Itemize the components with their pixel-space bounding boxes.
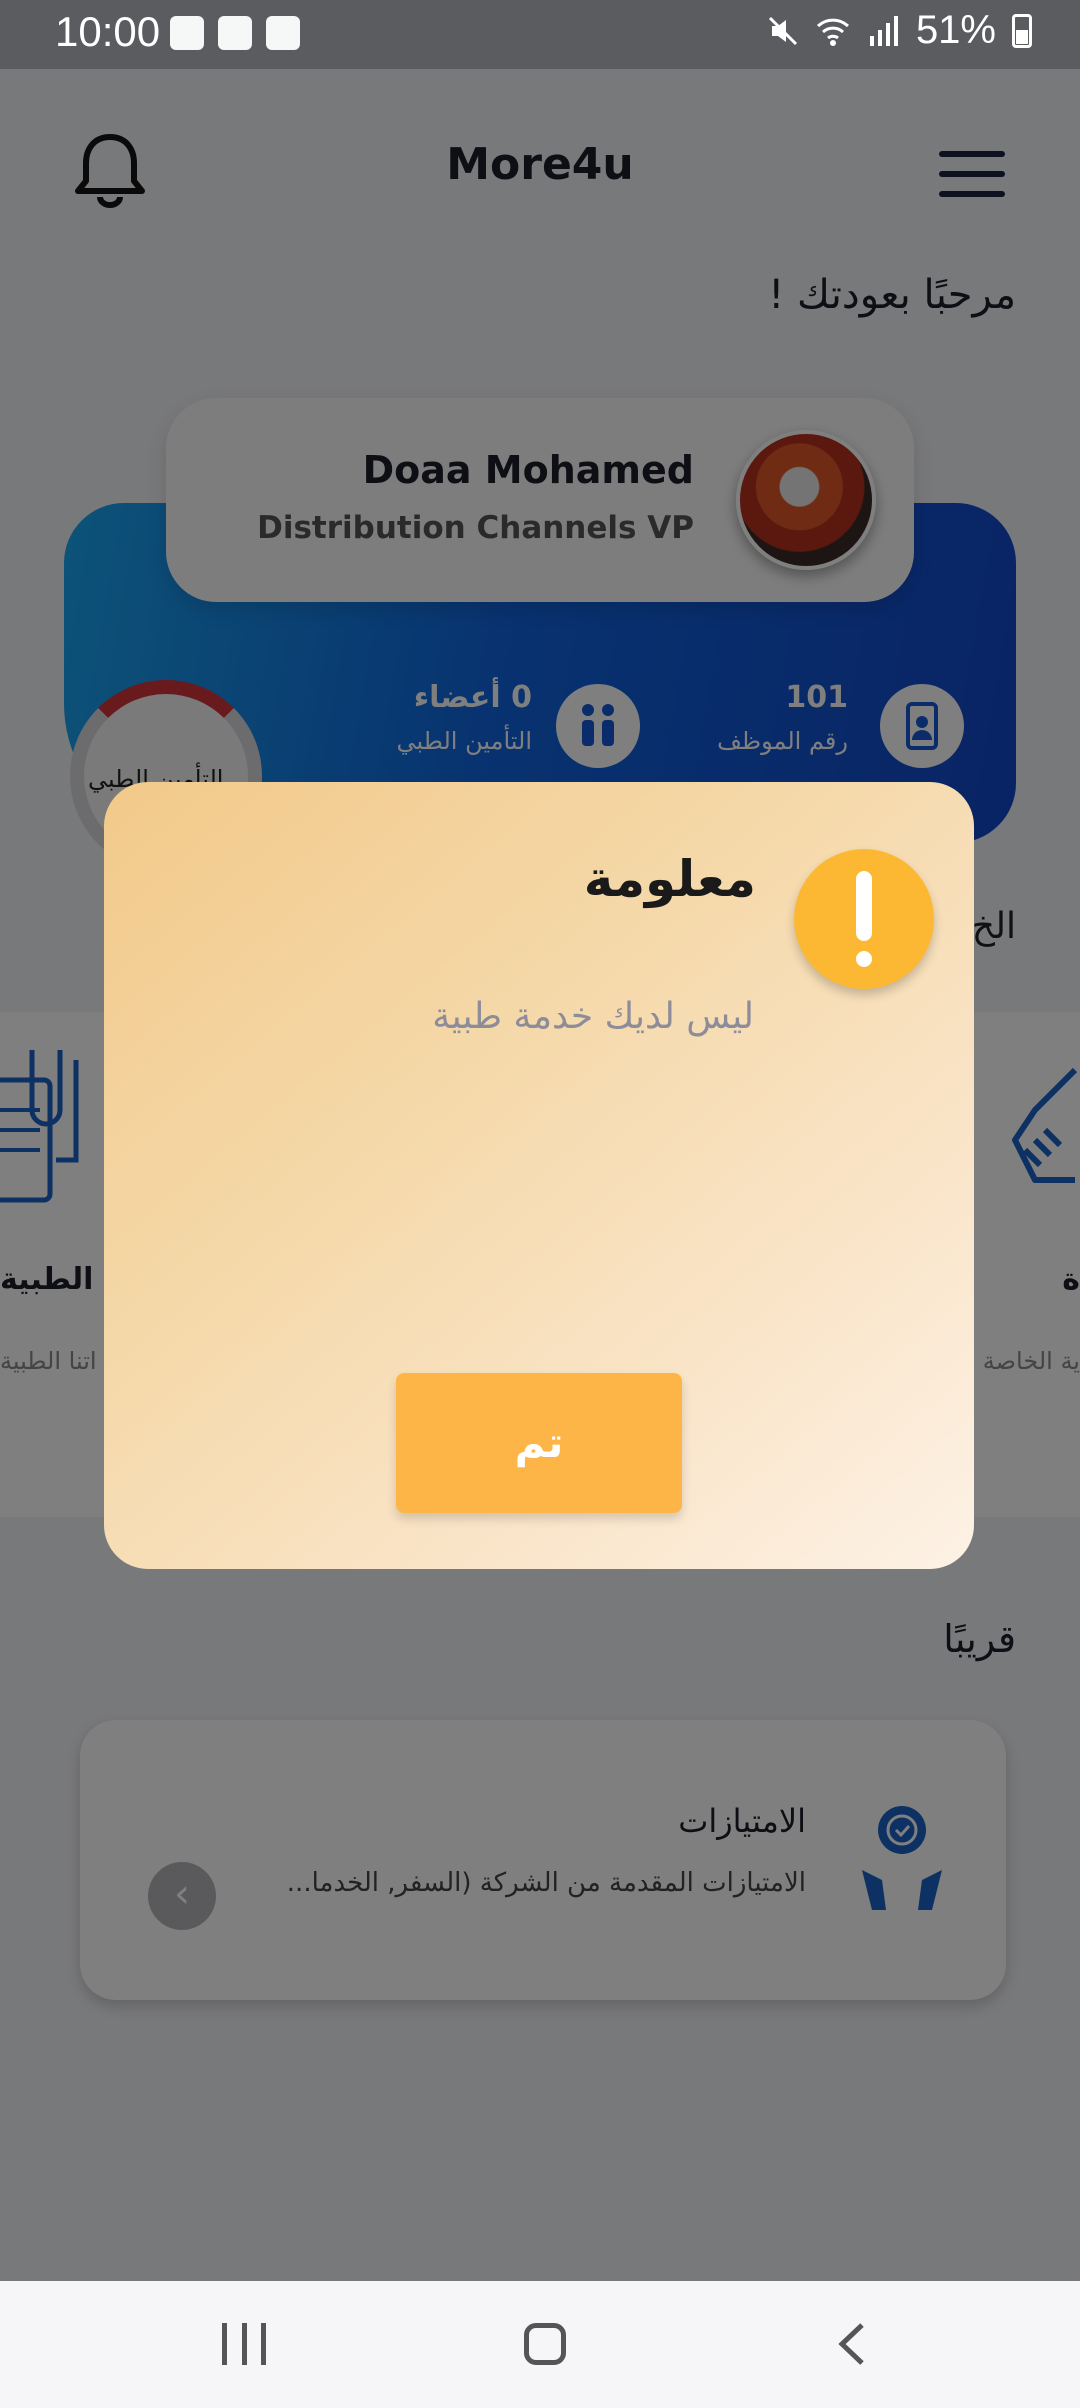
notification-icons [170, 16, 300, 50]
status-right: 51% [766, 8, 1032, 53]
back-icon[interactable] [836, 2321, 866, 2367]
teams-icon [218, 16, 252, 50]
dialog-title: معلومة [583, 850, 756, 908]
dialog-message: ليس لديك خدمة طبية [432, 996, 754, 1037]
battery-percent: 51% [915, 8, 996, 52]
system-nav-bar [0, 2281, 1080, 2408]
info-dialog: معلومة ليس لديك خدمة طبية تم [104, 782, 974, 1569]
signal-icon [869, 15, 898, 46]
exclamation-icon [794, 849, 934, 989]
battery-icon [1012, 13, 1032, 48]
outlook-icon [266, 16, 300, 50]
wifi-icon [816, 18, 849, 46]
gallery-icon [170, 16, 204, 50]
status-bar: 10:00 51% [0, 0, 1080, 69]
mute-icon [768, 16, 797, 45]
recent-apps-icon[interactable] [222, 2323, 266, 2365]
dialog-ok-button[interactable]: تم [396, 1373, 682, 1513]
home-icon[interactable] [524, 2323, 566, 2365]
status-time: 10:00 [55, 8, 161, 55]
